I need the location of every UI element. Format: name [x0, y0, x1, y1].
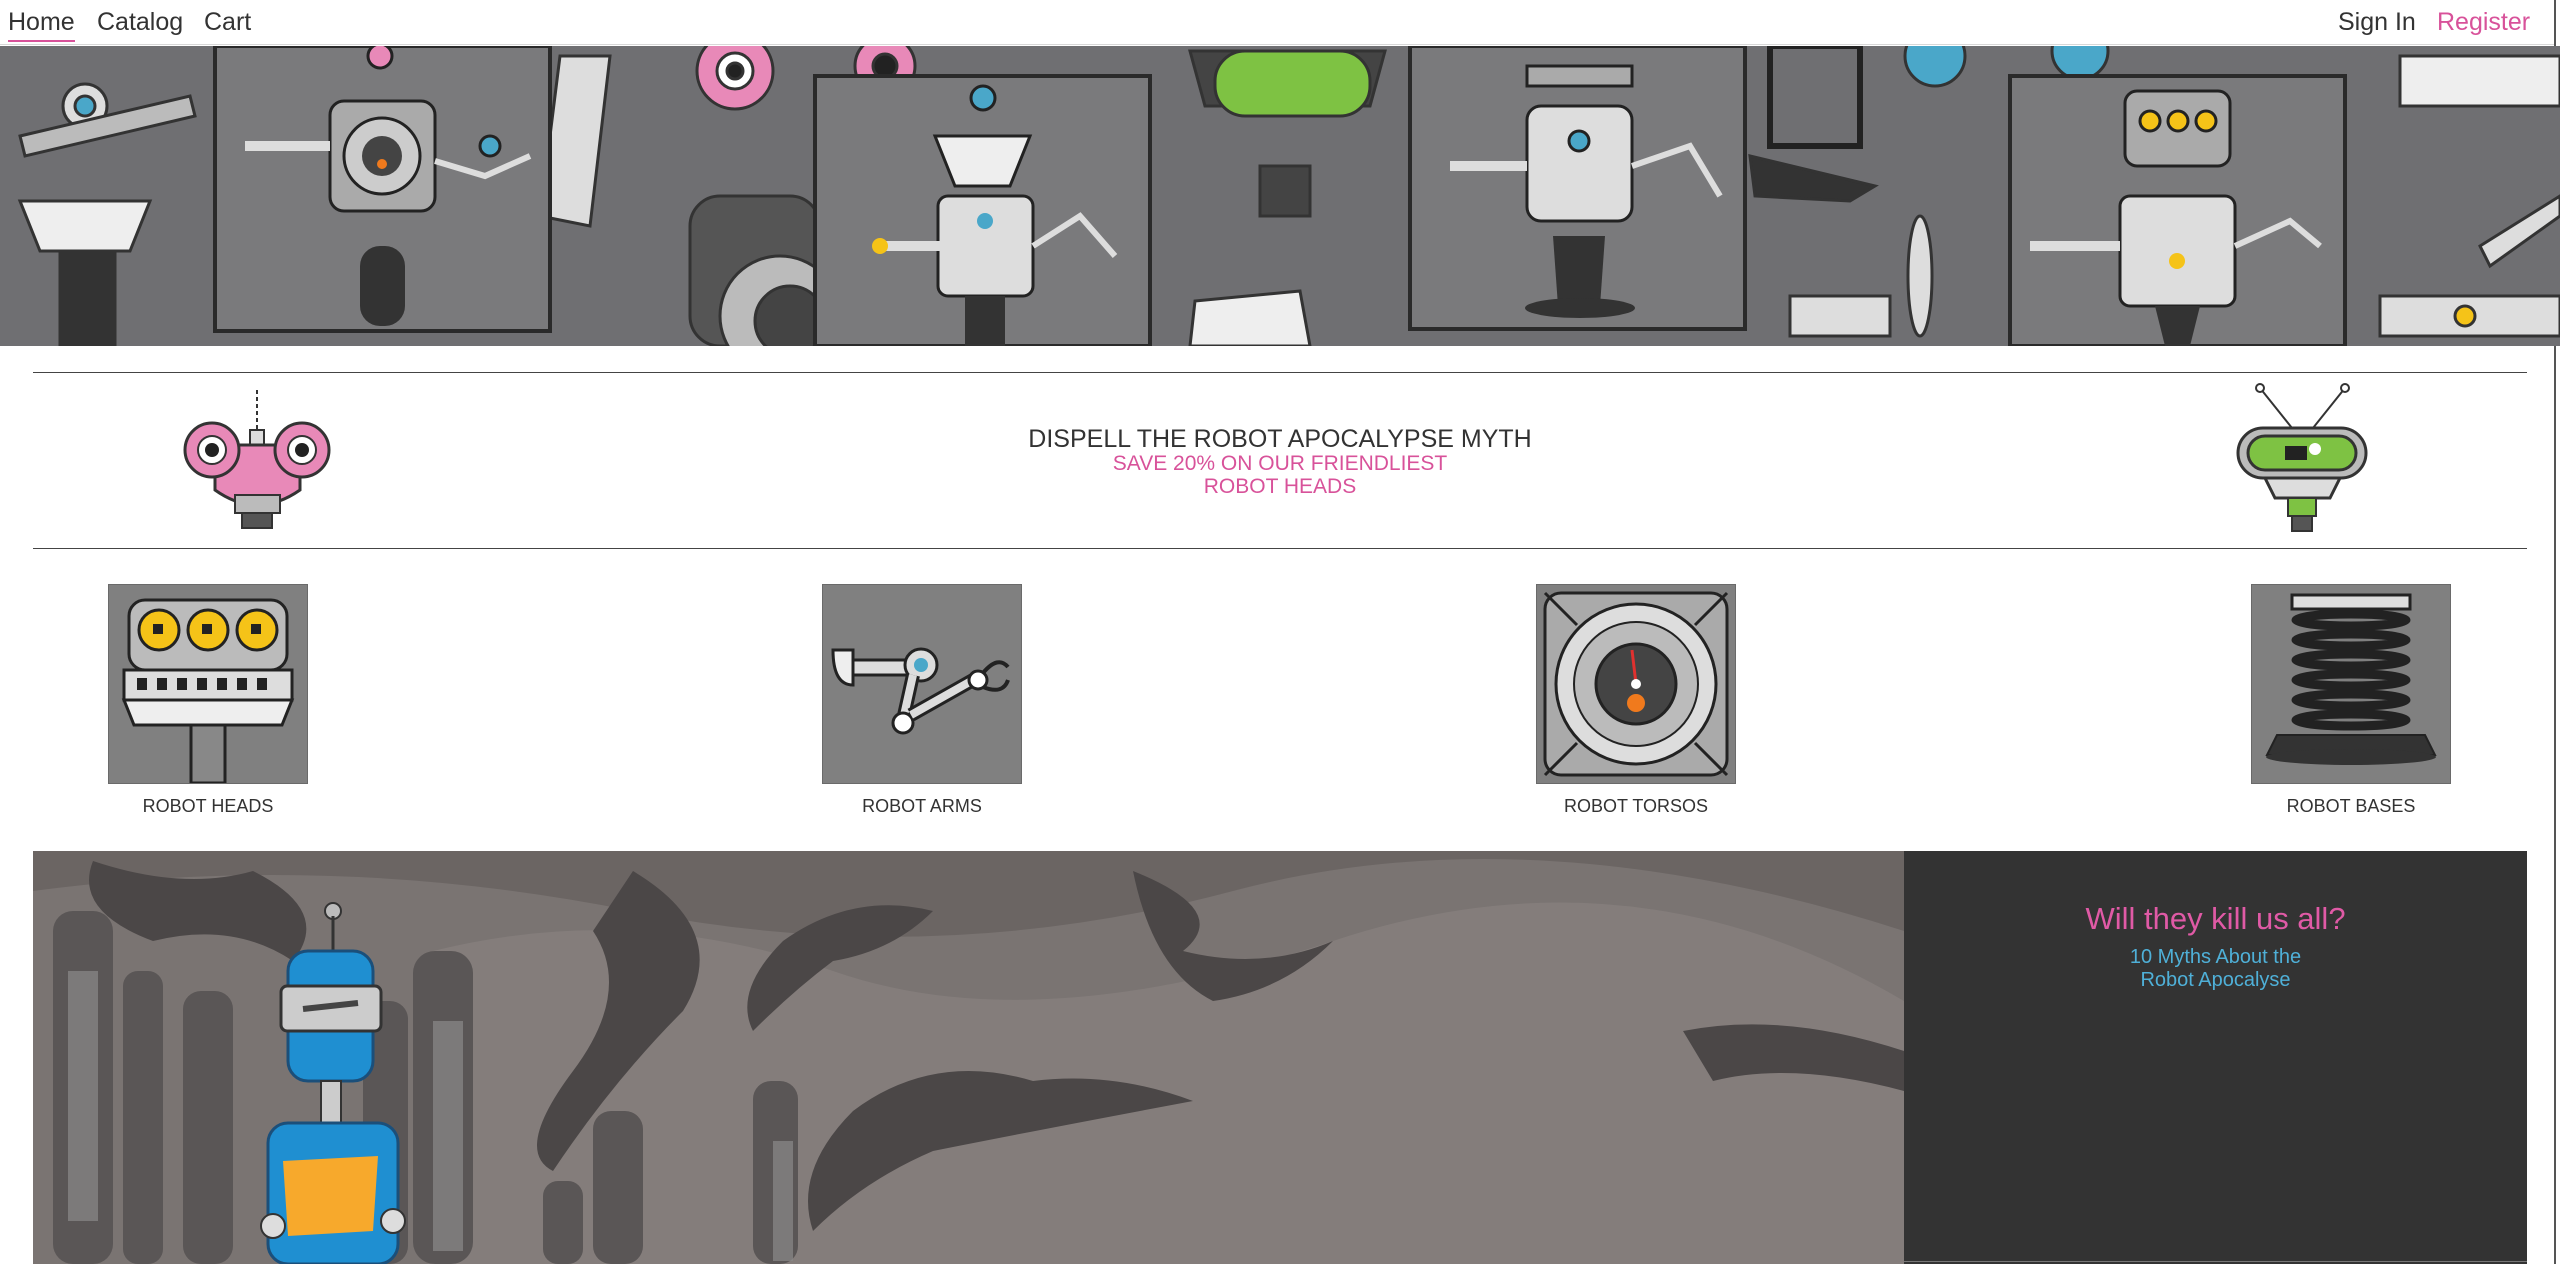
hero-robot-collage — [17, 46, 2560, 346]
nav-cart-link[interactable]: Cart — [204, 7, 251, 37]
nav-sign-in-link[interactable]: Sign In — [2338, 7, 2416, 37]
nav-home-link[interactable]: Home — [8, 7, 75, 42]
feature-subtitle-line2[interactable]: Robot Apocalyse — [2140, 969, 2290, 991]
nav-register-link[interactable]: Register — [2437, 7, 2530, 37]
sidebar-divider — [1904, 1261, 2527, 1262]
promo-subtitle-line1[interactable]: SAVE 20% ON OUR FRIENDLIEST — [0, 452, 2560, 476]
hero-card-4 — [2008, 74, 2347, 346]
category-robot-heads[interactable]: ROBOT HEADS — [108, 584, 308, 817]
top-nav: Home Catalog Cart Sign In Register — [0, 0, 2560, 45]
feature-subtitle-line1[interactable]: 10 Myths About the — [2130, 946, 2301, 968]
category-label[interactable]: ROBOT TORSOS — [1536, 796, 1736, 817]
feature-subtitle[interactable]: 10 Myths About the Robot Apocalyse — [1904, 946, 2527, 992]
promo-subtitle-line2[interactable]: ROBOT HEADS — [0, 475, 2560, 499]
category-robot-arms[interactable]: ROBOT ARMS — [822, 584, 1022, 817]
category-label[interactable]: ROBOT BASES — [2251, 796, 2451, 817]
green-robot-head-icon — [2236, 383, 2368, 532]
category-label[interactable]: ROBOT ARMS — [822, 796, 1022, 817]
promo-bottom-rule — [33, 548, 2527, 549]
promo-title: DISPELL THE ROBOT APOCALYPSE MYTH — [1028, 425, 1532, 453]
robot-base-icon[interactable] — [2251, 584, 2451, 784]
category-robot-bases[interactable]: ROBOT BASES — [2251, 584, 2451, 817]
feature-sidebar: Will they kill us all? 10 Myths About th… — [1904, 851, 2527, 1264]
robot-arm-icon[interactable] — [822, 584, 1022, 784]
hero-card-3 — [1408, 46, 1747, 331]
promo-top-rule — [33, 372, 2527, 373]
category-robot-torsos[interactable]: ROBOT TORSOS — [1536, 584, 1736, 817]
robot-torso-icon[interactable] — [1536, 584, 1736, 784]
nav-catalog-link[interactable]: Catalog — [97, 7, 183, 37]
hero-banner — [0, 46, 2560, 346]
apocalypse-scene-image — [33, 851, 1904, 1264]
hero-card-2 — [813, 74, 1152, 346]
hero-card-1 — [213, 46, 552, 333]
category-label[interactable]: ROBOT HEADS — [108, 796, 308, 817]
robot-head-icon[interactable] — [108, 584, 308, 785]
feature-illustration[interactable] — [33, 851, 1904, 1264]
feature-heading[interactable]: Will they kill us all? — [1904, 901, 2527, 937]
